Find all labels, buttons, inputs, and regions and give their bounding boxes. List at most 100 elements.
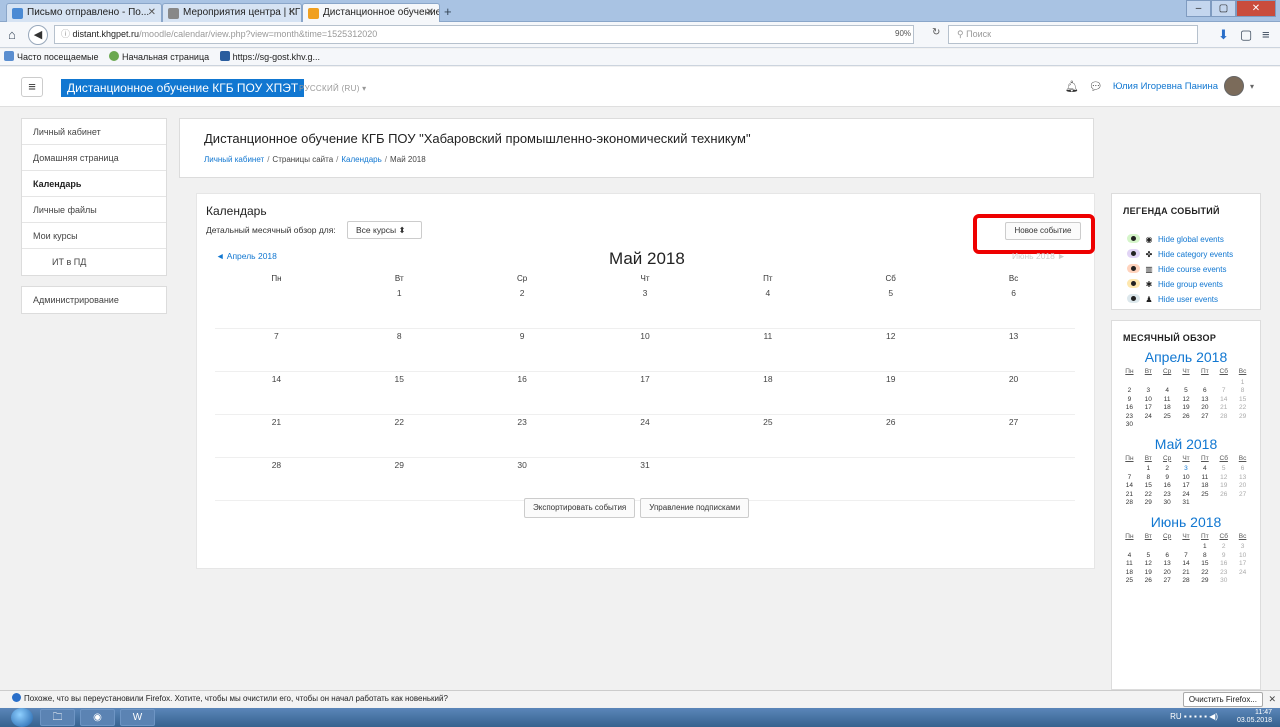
mini-day[interactable]: 10 [1177, 474, 1196, 483]
mini-day[interactable]: 2 [1120, 387, 1139, 396]
mini-day[interactable]: 16 [1214, 560, 1233, 569]
day-cell[interactable]: 7 [215, 329, 338, 371]
nav-item-private-files[interactable]: Личные файлы [22, 197, 166, 223]
mini-month-title[interactable]: Май 2018 [1120, 436, 1252, 452]
mini-day[interactable]: 14 [1214, 396, 1233, 405]
day-cell[interactable]: 24 [584, 415, 707, 457]
mini-day[interactable]: 15 [1139, 482, 1158, 491]
export-events-button[interactable]: Экспортировать события [524, 498, 636, 518]
nav-item-dashboard[interactable]: Личный кабинет [22, 119, 166, 145]
mini-day[interactable]: 27 [1195, 413, 1214, 422]
mini-day[interactable]: 1 [1195, 543, 1214, 552]
mini-day[interactable]: 30 [1158, 499, 1177, 508]
mini-day[interactable]: 20 [1195, 404, 1214, 413]
mini-day[interactable]: 29 [1139, 499, 1158, 508]
day-cell[interactable]: 5 [829, 286, 952, 328]
notifications-bell-icon[interactable]: 🔔︎ [1065, 80, 1079, 93]
mini-day[interactable]: 19 [1177, 404, 1196, 413]
mini-month-title[interactable]: Июнь 2018 [1120, 514, 1252, 530]
mini-day[interactable]: 21 [1177, 569, 1196, 578]
mini-day[interactable]: 15 [1233, 396, 1252, 405]
legend-item[interactable]: ✱ Hide group events [1112, 277, 1260, 292]
mini-day[interactable]: 22 [1139, 491, 1158, 500]
close-window-button[interactable]: ✕ [1236, 0, 1276, 17]
mini-day[interactable]: 29 [1195, 577, 1214, 586]
mini-day[interactable]: 11 [1158, 396, 1177, 405]
day-cell[interactable]: 18 [706, 372, 829, 414]
close-tab-icon[interactable]: ✕ [148, 7, 156, 18]
mini-day[interactable]: 24 [1177, 491, 1196, 500]
reload-icon[interactable]: ↻ [932, 27, 940, 38]
day-cell[interactable]: 17 [584, 372, 707, 414]
day-cell[interactable]: 14 [215, 372, 338, 414]
new-tab-icon[interactable]: + [444, 4, 452, 19]
legend-label[interactable]: Hide group events [1158, 280, 1223, 289]
mini-day[interactable]: 5 [1214, 465, 1233, 474]
close-tab-icon[interactable]: ✕ [288, 7, 296, 18]
manage-subscriptions-button[interactable]: Управление подписками [640, 498, 750, 518]
bookmark-most-visited[interactable]: Часто посещаемые [4, 51, 99, 62]
next-month-link[interactable]: Июнь 2018 ► [1012, 251, 1066, 261]
user-name-link[interactable]: Юлия Игоревна Панина [1113, 81, 1218, 92]
mini-day[interactable]: 7 [1120, 474, 1139, 483]
start-button[interactable] [11, 708, 33, 727]
mini-day[interactable]: 26 [1139, 577, 1158, 586]
day-cell[interactable]: 20 [952, 372, 1075, 414]
language-indicator[interactable]: RU [1170, 712, 1182, 721]
mini-day[interactable]: 13 [1158, 560, 1177, 569]
day-cell[interactable]: 29 [338, 458, 461, 500]
library-icon[interactable]: ▢ [1240, 27, 1252, 43]
day-cell[interactable]: 16 [461, 372, 584, 414]
day-cell[interactable]: 25 [706, 415, 829, 457]
mini-day[interactable]: 17 [1233, 560, 1252, 569]
day-cell[interactable]: 6 [952, 286, 1075, 328]
day-cell[interactable]: 19 [829, 372, 952, 414]
mini-day[interactable]: 23 [1214, 569, 1233, 578]
nav-item-my-courses[interactable]: Мои курсы [22, 223, 166, 249]
mini-day[interactable]: 15 [1195, 560, 1214, 569]
mini-day[interactable]: 2 [1214, 543, 1233, 552]
day-cell[interactable]: 9 [461, 329, 584, 371]
legend-label[interactable]: Hide course events [1158, 265, 1226, 274]
mini-day[interactable]: 8 [1139, 474, 1158, 483]
mini-day[interactable]: 12 [1139, 560, 1158, 569]
eye-icon[interactable] [1127, 234, 1140, 243]
home-icon[interactable]: ⌂ [8, 27, 16, 42]
mini-day[interactable]: 9 [1214, 552, 1233, 561]
mini-day[interactable]: 3 [1233, 543, 1252, 552]
mini-day[interactable]: 17 [1139, 404, 1158, 413]
mini-day[interactable]: 20 [1158, 569, 1177, 578]
eye-icon[interactable] [1127, 294, 1140, 303]
mini-day[interactable]: 3 [1177, 465, 1196, 474]
mini-day[interactable]: 19 [1214, 482, 1233, 491]
day-cell[interactable]: 3 [584, 286, 707, 328]
day-cell[interactable]: 10 [584, 329, 707, 371]
mini-day[interactable]: 14 [1177, 560, 1196, 569]
close-notification-icon[interactable]: ✕ [1268, 691, 1276, 707]
day-cell[interactable]: 8 [338, 329, 461, 371]
browser-tab-events[interactable]: Мероприятия центра | КГБ П... ✕ [162, 3, 302, 22]
day-cell[interactable]: 21 [215, 415, 338, 457]
day-cell[interactable]: 23 [461, 415, 584, 457]
legend-label[interactable]: Hide category events [1158, 250, 1233, 259]
legend-item[interactable]: ◉ Hide global events [1112, 232, 1260, 247]
mini-day[interactable]: 22 [1195, 569, 1214, 578]
legend-label[interactable]: Hide user events [1158, 295, 1218, 304]
mini-day[interactable]: 7 [1177, 552, 1196, 561]
clock[interactable]: 11:47 03.05.2018 [1237, 709, 1272, 725]
mini-day[interactable]: 17 [1177, 482, 1196, 491]
mini-day[interactable]: 21 [1120, 491, 1139, 500]
mini-day[interactable]: 6 [1233, 465, 1252, 474]
mini-day[interactable]: 4 [1120, 552, 1139, 561]
day-cell[interactable]: 4 [706, 286, 829, 328]
mini-day[interactable]: 27 [1158, 577, 1177, 586]
nav-item-home[interactable]: Домашняя страница [22, 145, 166, 171]
mini-day[interactable]: 16 [1120, 404, 1139, 413]
day-cell[interactable]: 12 [829, 329, 952, 371]
mini-day[interactable]: 30 [1120, 421, 1139, 430]
word-icon[interactable]: W [120, 709, 155, 726]
bookmark-home[interactable]: Начальная страница [109, 51, 209, 62]
mini-day[interactable]: 12 [1177, 396, 1196, 405]
mini-day[interactable]: 25 [1195, 491, 1214, 500]
mini-day[interactable]: 9 [1158, 474, 1177, 483]
